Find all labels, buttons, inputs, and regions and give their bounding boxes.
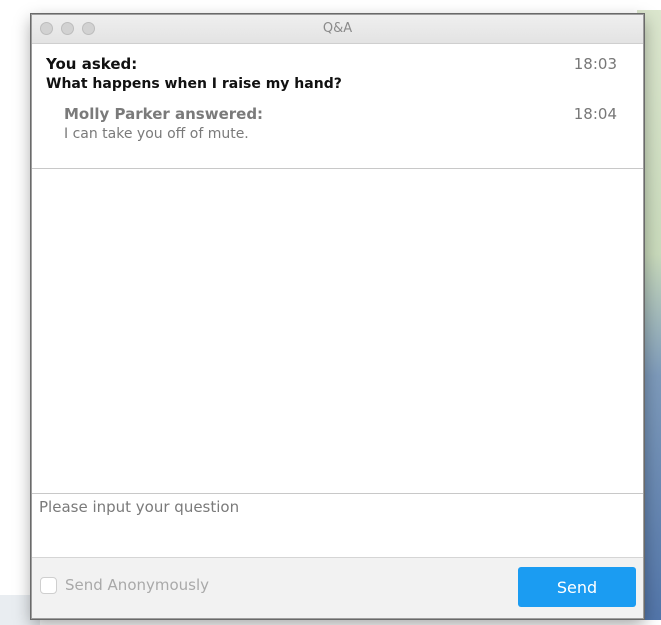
question-item: You asked: 18:03 What happens when I rai… <box>46 54 629 94</box>
window-title: Q&A <box>322 21 353 36</box>
question-asker-label: You asked: <box>46 55 138 73</box>
send-anonymously-checkbox[interactable] <box>40 576 57 594</box>
answerer-label: Molly Parker answered: <box>64 105 264 123</box>
answer-time: 18:04 <box>573 105 617 123</box>
send-anonymously-option[interactable]: Send Anonymously <box>40 576 209 594</box>
question-time: 18:03 <box>573 55 617 73</box>
question-input[interactable] <box>32 494 643 557</box>
footer-bar: Send Anonymously Send <box>32 558 643 618</box>
qa-window: Q&A You asked: 18:03 What happens when I… <box>31 14 644 619</box>
answer-item: Molly Parker answered: 18:04 I can take … <box>46 104 629 144</box>
qa-list: You asked: 18:03 What happens when I rai… <box>32 44 643 169</box>
title-bar[interactable]: Q&A <box>32 15 643 44</box>
send-anonymously-label: Send Anonymously <box>65 576 210 594</box>
answer-text: I can take you off of mute. <box>64 126 249 142</box>
question-input-area <box>32 494 643 558</box>
send-button[interactable]: Send <box>518 567 636 607</box>
qa-scroll-area <box>32 169 643 494</box>
question-text: What happens when I raise my hand? <box>46 76 342 92</box>
